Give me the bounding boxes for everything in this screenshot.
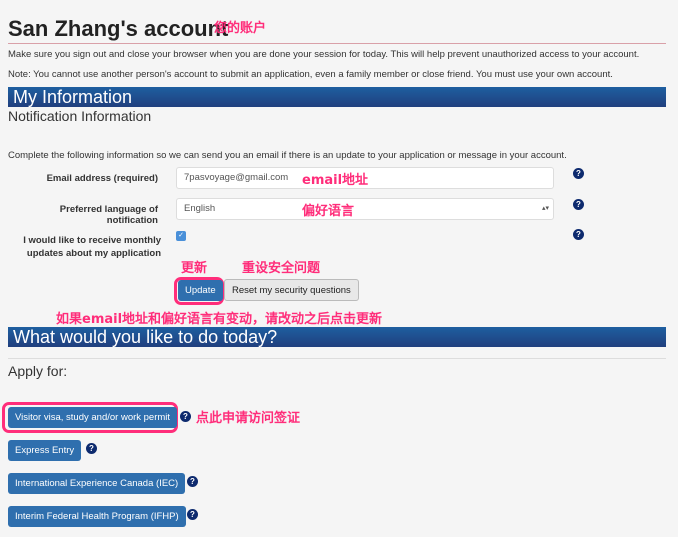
help-icon[interactable]: ? xyxy=(86,443,97,454)
notification-heading: Notification Information xyxy=(8,108,152,124)
language-label: Preferred language of notification xyxy=(59,204,158,226)
reset-annotation: 重设安全问题 xyxy=(242,261,321,276)
help-icon[interactable]: ? xyxy=(573,229,584,240)
email-label: Email address (required) xyxy=(46,173,158,184)
visitor-annotation: 点此申请访问签证 xyxy=(196,411,301,426)
express-entry-button[interactable]: Express Entry xyxy=(8,440,82,461)
update-hint-annotation: 如果email地址和偏好语言有变动，请改动之后点击更新 xyxy=(56,312,383,327)
divider xyxy=(8,358,666,359)
apply-for-label: Apply for: xyxy=(8,363,68,379)
notice-own-account: Note: You cannot use another person's ac… xyxy=(8,69,613,80)
email-annotation: email地址 xyxy=(302,173,369,188)
monthly-checkbox[interactable]: ✓ xyxy=(176,231,186,241)
iec-button[interactable]: International Experience Canada (IEC) xyxy=(8,473,186,494)
section-my-information: My Information xyxy=(8,87,666,107)
section-today: What would you like to do today? xyxy=(8,327,666,347)
reset-security-button[interactable]: Reset my security questions xyxy=(224,279,359,301)
ifhp-button[interactable]: Interim Federal Health Program (IFHP) xyxy=(8,506,186,527)
email-value: 7pasvoyage@gmail.com xyxy=(184,172,289,183)
help-icon[interactable]: ? xyxy=(180,411,191,422)
notice-signout: Make sure you sign out and close your br… xyxy=(8,49,640,60)
update-button[interactable]: Update xyxy=(178,280,223,301)
title-annotation: 您的账户 xyxy=(214,21,267,36)
help-icon[interactable]: ? xyxy=(187,509,198,520)
visitor-visa-button[interactable]: Visitor visa, study and/or work permit xyxy=(8,407,178,428)
language-annotation: 偏好语言 xyxy=(302,204,355,219)
update-annotation: 更新 xyxy=(181,261,208,276)
help-icon[interactable]: ? xyxy=(573,168,584,179)
language-select[interactable]: English ▴▾ xyxy=(176,198,554,220)
help-icon[interactable]: ? xyxy=(573,199,584,210)
help-icon[interactable]: ? xyxy=(187,476,198,487)
monthly-label: I would like to receive monthly updates … xyxy=(23,235,161,259)
divider xyxy=(8,43,666,44)
page-title: San Zhang's account xyxy=(8,16,229,41)
intro-text: Complete the following information so we… xyxy=(8,150,567,161)
select-arrows-icon: ▴▾ xyxy=(541,205,549,212)
language-value: English xyxy=(184,203,216,214)
